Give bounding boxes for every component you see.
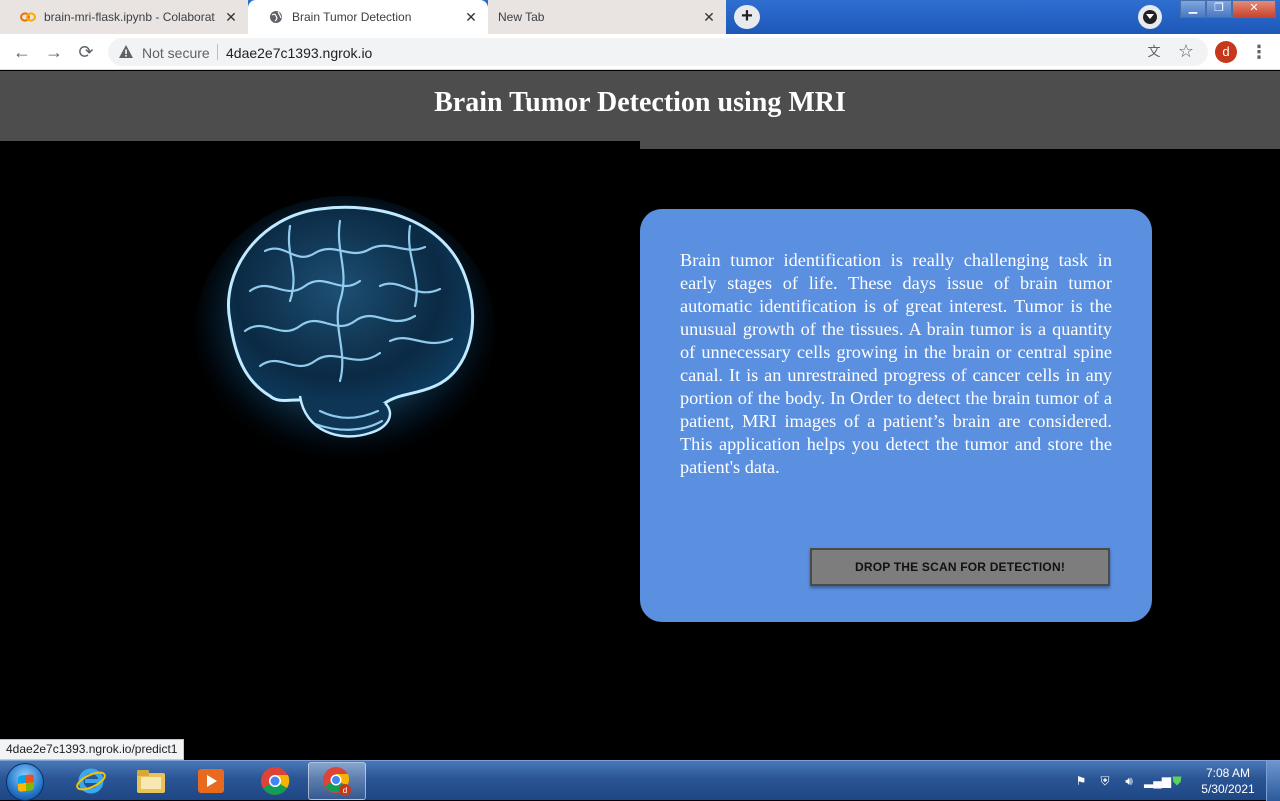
shield-icon[interactable]: ⛊ — [1168, 772, 1186, 790]
tab-label: Brain Tumor Detection — [292, 10, 412, 24]
close-icon[interactable]: ✕ — [464, 10, 478, 24]
menu-icon[interactable]: ⋮ — [1250, 42, 1268, 62]
header-bar: Brain Tumor Detection using MRI — [0, 71, 1280, 141]
chrome-profile-icon[interactable]: d — [308, 762, 366, 800]
close-window-button[interactable]: ✕ — [1232, 0, 1276, 18]
info-card: Brain tumor identification is really cha… — [640, 209, 1152, 622]
clock-time: 7:08 AM — [1205, 766, 1251, 780]
status-bar-link: 4dae2e7c1393.ngrok.io/predict1 — [0, 739, 185, 760]
tab-brain-tumor-detection[interactable]: Brain Tumor Detection ✕ — [248, 0, 488, 34]
file-explorer-icon[interactable] — [122, 762, 180, 800]
tab-label: New Tab — [498, 10, 545, 24]
drop-scan-button[interactable]: DROP THE SCAN FOR DETECTION! — [810, 548, 1110, 586]
close-icon[interactable]: ✕ — [224, 10, 238, 24]
minimize-button[interactable]: ▁ — [1180, 0, 1206, 18]
globe-icon — [268, 9, 284, 25]
url-text[interactable]: 4dae2e7c1393.ngrok.io — [226, 45, 372, 61]
reload-icon[interactable]: ⟳ — [76, 42, 96, 62]
media-player-icon[interactable] — [182, 762, 240, 800]
security-status[interactable]: Not secure — [142, 45, 210, 61]
window-controls: ▁ ❐ ✕ — [1180, 0, 1276, 18]
svg-text:d: d — [343, 786, 347, 795]
avatar[interactable]: d — [1215, 41, 1237, 63]
tab-new-tab[interactable]: New Tab ✕ — [488, 0, 726, 34]
chrome-icon[interactable] — [246, 762, 304, 800]
bookmark-star-icon[interactable]: ☆ — [1178, 41, 1194, 61]
page-content: Brain Tumor Detection using MRI Brain tu… — [0, 71, 1280, 760]
colab-icon — [20, 9, 36, 25]
divider — [217, 44, 218, 60]
tab-label: brain-mri-flask.ipynb - Colaborat — [44, 10, 215, 24]
browser-tab-strip: brain-mri-flask.ipynb - Colaborat ✕ Brai… — [0, 0, 1280, 34]
internet-explorer-icon[interactable] — [62, 762, 120, 800]
close-icon[interactable]: ✕ — [702, 10, 716, 24]
brain-illustration — [190, 181, 500, 471]
clock-date: 5/30/2021 — [1201, 782, 1255, 796]
system-tray: ⚑ ⛨ 🔊︎ ▂▄▆ ⛊ — [1072, 771, 1186, 791]
volume-icon[interactable]: 🔊︎ — [1120, 772, 1138, 790]
header-bar-extension — [640, 141, 1280, 149]
address-bar[interactable]: Not secure 4dae2e7c1393.ngrok.io 文 ☆ — [108, 38, 1208, 66]
browser-toolbar: ← → ⟳ Not secure 4dae2e7c1393.ngrok.io 文… — [0, 34, 1280, 70]
taskbar-clock[interactable]: 7:08 AM 5/30/2021 — [1196, 765, 1260, 797]
new-tab-button[interactable]: + — [734, 5, 760, 29]
windows-taskbar: d ⚑ ⛨ 🔊︎ ▂▄▆ ⛊ 7:08 AM 5/30/2021 — [0, 760, 1280, 801]
start-button[interactable] — [6, 763, 44, 801]
security-alert-icon[interactable]: ⛨ — [1096, 772, 1114, 790]
network-signal-icon[interactable]: ▂▄▆ — [1144, 772, 1171, 790]
restore-button[interactable]: ❐ — [1206, 0, 1232, 18]
back-icon[interactable]: ← — [12, 42, 32, 62]
translate-icon[interactable]: 文 — [1146, 44, 1162, 60]
forward-icon[interactable]: → — [44, 42, 64, 62]
page-title: Brain Tumor Detection using MRI — [434, 87, 846, 118]
show-desktop-button[interactable] — [1266, 761, 1280, 801]
tab-colab[interactable]: brain-mri-flask.ipynb - Colaborat ✕ — [0, 0, 248, 34]
tab-search-icon[interactable] — [1138, 5, 1162, 29]
description-text: Brain tumor identification is really cha… — [680, 250, 1112, 477]
warning-icon[interactable] — [118, 44, 134, 60]
action-center-icon[interactable]: ⚑ — [1072, 772, 1090, 790]
